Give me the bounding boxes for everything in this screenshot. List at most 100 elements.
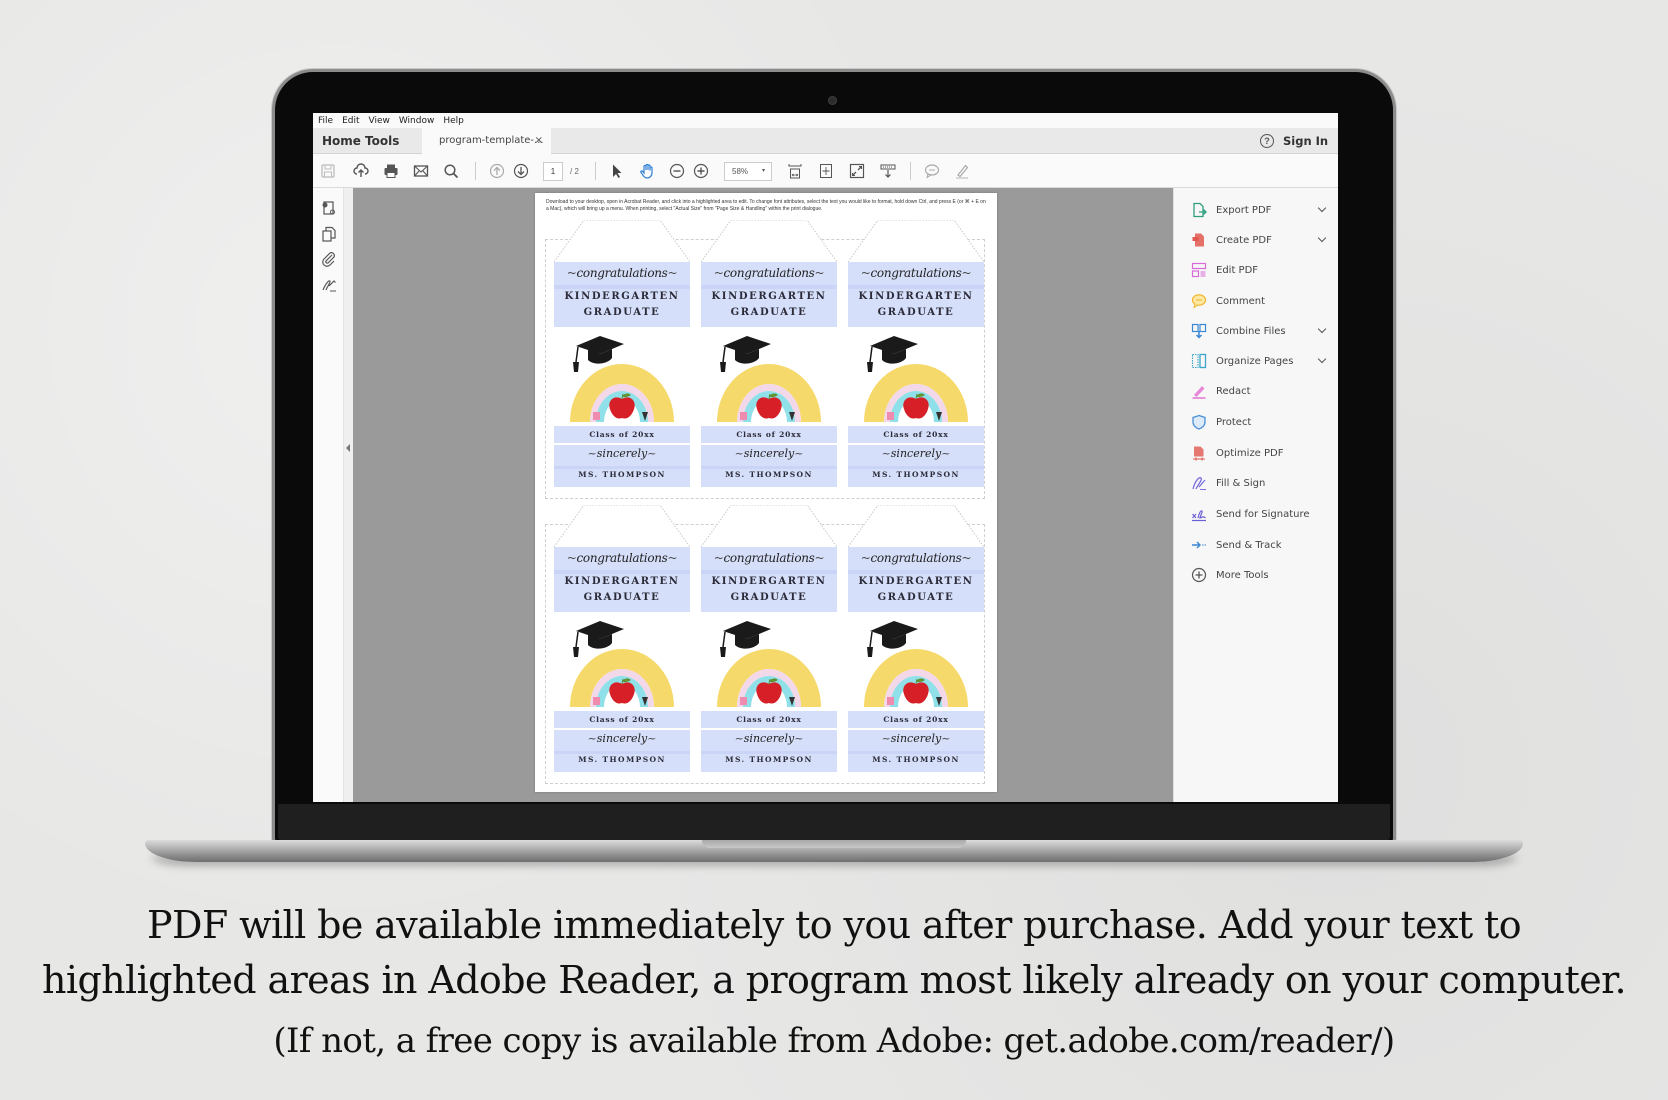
closing-script: sincerely — [848, 447, 984, 460]
menu-window[interactable]: Window — [399, 116, 435, 126]
laptop-hinge-notch — [702, 840, 966, 848]
script-title: congratulations — [701, 266, 837, 280]
attachments-icon[interactable] — [321, 251, 337, 267]
tab-tools[interactable]: Tools — [365, 128, 399, 154]
tag-point-outline — [701, 505, 837, 547]
tab-document[interactable]: program-template-... × — [422, 128, 551, 154]
email-icon[interactable] — [412, 162, 430, 180]
title-field[interactable]: congratulations KINDERGARTEN GRADUATE — [848, 547, 984, 612]
tool-send-for-signature[interactable]: Send for Signature — [1191, 504, 1331, 524]
fit-page-icon[interactable] — [817, 162, 835, 180]
menu-file[interactable]: File — [318, 116, 333, 126]
copy-pages-icon[interactable] — [321, 226, 337, 242]
page-number-input[interactable]: 1 — [543, 162, 563, 181]
tool-edit-pdf[interactable]: Edit PDF — [1191, 260, 1331, 280]
signature-field[interactable]: sincerely MS. THOMPSON — [848, 445, 984, 487]
zoom-out-icon[interactable] — [668, 162, 686, 180]
menu-view[interactable]: View — [369, 116, 390, 126]
sign-in-button[interactable]: Sign In — [1283, 128, 1328, 154]
signature-band — [701, 751, 837, 754]
page-thumbnails-icon[interactable] — [321, 200, 337, 216]
chevron-down-icon: ▾ — [761, 168, 765, 174]
signature-field[interactable]: sincerely MS. THOMPSON — [701, 445, 837, 487]
title-field[interactable]: congratulations KINDERGARTEN GRADUATE — [701, 262, 837, 327]
tool-create-pdf[interactable]: Create PDF — [1191, 230, 1331, 250]
teacher-name: MS. THOMPSON — [872, 755, 960, 764]
pdf-page[interactable]: Download to your desktop, open in Acroba… — [535, 193, 997, 792]
comment-icon[interactable] — [923, 162, 941, 180]
title-field[interactable]: congratulations KINDERGARTEN GRADUATE — [848, 262, 984, 327]
previous-page-icon[interactable] — [488, 162, 506, 180]
chevron-down-icon[interactable] — [1317, 354, 1327, 364]
laptop-bezel-chin — [278, 804, 1390, 842]
tool-label: Organize Pages — [1216, 355, 1294, 367]
zoom-level-dropdown[interactable]: 58% ▾ — [724, 162, 772, 181]
title-line-1: KINDERGARTEN — [858, 576, 974, 587]
print-icon[interactable] — [382, 162, 400, 180]
highlight-pen-icon[interactable] — [953, 162, 971, 180]
signature-field[interactable]: sincerely MS. THOMPSON — [848, 730, 984, 772]
document-tab-title: program-template-... — [439, 135, 544, 146]
rainbow-graduation-illustration — [570, 336, 674, 422]
pane-divider[interactable] — [344, 188, 353, 802]
teacher-name: MS. THOMPSON — [725, 755, 813, 764]
teacher-name: MS. THOMPSON — [578, 470, 666, 479]
signature-field[interactable]: sincerely MS. THOMPSON — [701, 730, 837, 772]
tool-redact[interactable]: Redact — [1191, 381, 1331, 401]
tool-export-pdf[interactable]: Export PDF — [1191, 200, 1331, 220]
class-year-field[interactable]: Class of 20xx — [848, 711, 984, 728]
tool-optimize-pdf[interactable]: Optimize PDF — [1191, 443, 1331, 463]
closing-script: sincerely — [848, 732, 984, 745]
signature-field[interactable]: sincerely MS. THOMPSON — [554, 730, 690, 772]
chevron-down-icon[interactable] — [1317, 203, 1327, 213]
title-field[interactable]: congratulations KINDERGARTEN GRADUATE — [554, 547, 690, 612]
fit-width-icon[interactable] — [786, 162, 804, 180]
tool-more-tools[interactable]: More Tools — [1191, 565, 1331, 585]
redact-icon — [1192, 386, 1206, 399]
search-icon[interactable] — [442, 162, 460, 180]
tool-fill-sign[interactable]: Fill & Sign — [1191, 473, 1331, 493]
class-year-field[interactable]: Class of 20xx — [554, 426, 690, 443]
rainbow-graduation-illustration — [864, 621, 968, 707]
next-page-icon[interactable] — [512, 162, 530, 180]
scroll-mode-icon[interactable] — [879, 162, 897, 180]
closing-script: sincerely — [701, 447, 837, 460]
combine-files-icon — [1191, 323, 1207, 339]
help-icon[interactable]: ? — [1260, 134, 1274, 148]
close-tab-icon[interactable]: × — [535, 128, 543, 154]
tool-organize-pages[interactable]: Organize Pages — [1191, 351, 1331, 371]
rainbow-graduation-illustration — [864, 336, 968, 422]
tool-combine-files[interactable]: Combine Files — [1191, 321, 1331, 341]
send-signature-icon — [1192, 510, 1206, 522]
script-title: congratulations — [554, 266, 690, 280]
chevron-down-icon[interactable] — [1317, 324, 1327, 334]
toolbar-divider — [595, 162, 596, 180]
tab-home[interactable]: Home — [322, 128, 361, 154]
title-line-1: KINDERGARTEN — [711, 576, 827, 587]
full-screen-icon[interactable] — [848, 162, 866, 180]
signatures-icon[interactable] — [321, 277, 337, 293]
tools-pane: Export PDF Create PDF Edit PDF Comment C… — [1173, 188, 1338, 802]
collapse-pane-icon[interactable] — [346, 444, 350, 452]
zoom-in-icon[interactable] — [692, 162, 710, 180]
menu-edit[interactable]: Edit — [342, 116, 359, 126]
upload-cloud-icon[interactable] — [352, 162, 370, 180]
class-year-field[interactable]: Class of 20xx — [848, 426, 984, 443]
class-year-field[interactable]: Class of 20xx — [701, 426, 837, 443]
tool-label: More Tools — [1216, 569, 1269, 581]
class-year-field[interactable]: Class of 20xx — [701, 711, 837, 728]
select-arrow-icon[interactable] — [608, 162, 626, 180]
signature-field[interactable]: sincerely MS. THOMPSON — [554, 445, 690, 487]
title-field[interactable]: congratulations KINDERGARTEN GRADUATE — [701, 547, 837, 612]
menu-help[interactable]: Help — [443, 116, 464, 126]
script-title: congratulations — [701, 551, 837, 565]
title-line-2: GRADUATE — [877, 307, 955, 318]
save-icon[interactable] — [319, 162, 337, 180]
hand-tool-icon[interactable] — [638, 162, 656, 180]
tool-send-track[interactable]: Send & Track — [1191, 535, 1331, 555]
chevron-down-icon[interactable] — [1317, 233, 1327, 243]
class-year-field[interactable]: Class of 20xx — [554, 711, 690, 728]
title-field[interactable]: congratulations KINDERGARTEN GRADUATE — [554, 262, 690, 327]
tool-protect[interactable]: Protect — [1191, 412, 1331, 432]
tool-comment[interactable]: Comment — [1191, 291, 1331, 311]
